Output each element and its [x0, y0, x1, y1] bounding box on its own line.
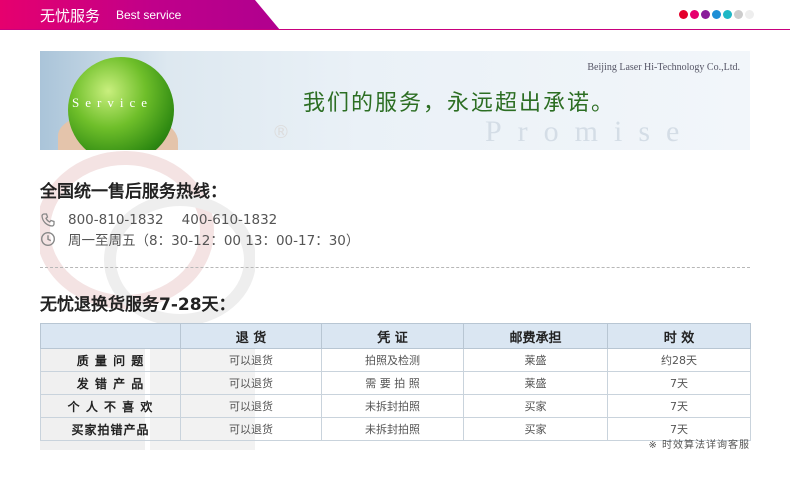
color-dot [745, 10, 754, 19]
color-dot [701, 10, 710, 19]
cell-return: 可以退货 [180, 348, 322, 372]
banner-promise-watermark: Promise [485, 115, 696, 148]
returns-heading: 无忧退换货服务7-28天： [40, 295, 236, 315]
row-label: 发 错 产 品 [40, 371, 181, 395]
col-header-proof: 凭 证 [321, 323, 464, 349]
hotline-heading: 全国统一售后服务热线： [40, 182, 227, 202]
color-dot [734, 10, 743, 19]
phone-icon [41, 213, 55, 227]
top-header-bar: 无忧服务 Best service [0, 0, 790, 30]
cell-proof: 拍照及检测 [321, 348, 464, 372]
clock-icon [40, 231, 56, 247]
color-dot [690, 10, 699, 19]
color-dot [723, 10, 732, 19]
color-dot [679, 10, 688, 19]
col-header-period: 时 效 [607, 323, 751, 349]
hotline-hours-row: 周一至周五（8：30-12：00 13：00-17：30） [40, 230, 360, 249]
service-banner: Service Beijing Laser Hi-Technology Co.,… [40, 51, 750, 150]
section-divider [40, 267, 750, 268]
banner-slogan: 我们的服务，永远超出承诺。 [303, 91, 616, 116]
cell-return: 可以退货 [180, 394, 322, 418]
returns-footnote: ※ 时效算法详询客服 [648, 440, 750, 451]
cell-period: 7天 [607, 394, 751, 418]
cell-return: 可以退货 [180, 417, 322, 441]
hotline-phone-row: 800-810-1832 400-610-1832 [40, 211, 277, 229]
color-dot [712, 10, 721, 19]
col-header-postage: 邮费承担 [463, 323, 608, 349]
hotline-hours: 周一至周五（8：30-12：00 13：00-17：30） [68, 233, 360, 249]
table-row: 质 量 问 题 可以退货 拍照及检测 莱盛 约28天 [40, 348, 751, 372]
table-row: 买家拍错产品 可以退货 未拆封拍照 买家 7天 [40, 417, 751, 441]
col-header-category [40, 323, 181, 349]
header-title: 无忧服务 [40, 7, 101, 25]
cell-period: 7天 [607, 371, 751, 395]
row-label: 质 量 问 题 [40, 348, 181, 372]
cell-postage: 买家 [463, 417, 608, 441]
row-label: 买家拍错产品 [40, 417, 181, 441]
banner-service-text: Service [72, 95, 153, 110]
color-dots [679, 10, 754, 19]
registered-mark: ® [272, 122, 290, 143]
cell-postage: 买家 [463, 394, 608, 418]
cell-proof: 未拆封拍照 [321, 417, 464, 441]
hotline-phone-1[interactable]: 800-810-1832 [68, 212, 164, 228]
cell-postage: 莱盛 [463, 371, 608, 395]
cell-proof: 未拆封拍照 [321, 394, 464, 418]
cell-return: 可以退货 [180, 371, 322, 395]
row-label: 个 人 不 喜 欢 [40, 394, 181, 418]
header-underline [0, 29, 790, 30]
banner-company-name: Beijing Laser Hi-Technology Co.,Ltd. [587, 62, 740, 73]
returns-table-header: 退 货 凭 证 邮费承担 时 效 [40, 323, 751, 349]
hotline-phone-2[interactable]: 400-610-1832 [182, 212, 278, 228]
returns-table: 退 货 凭 证 邮费承担 时 效 质 量 问 题 可以退货 拍照及检测 莱盛 约… [40, 323, 751, 441]
cell-period: 约28天 [607, 348, 751, 372]
table-row: 个 人 不 喜 欢 可以退货 未拆封拍照 买家 7天 [40, 394, 751, 418]
cell-proof: 需 要 拍 照 [321, 371, 464, 395]
cell-postage: 莱盛 [463, 348, 608, 372]
table-row: 发 错 产 品 可以退货 需 要 拍 照 莱盛 7天 [40, 371, 751, 395]
header-subtitle: Best service [116, 8, 182, 22]
col-header-return: 退 货 [180, 323, 322, 349]
